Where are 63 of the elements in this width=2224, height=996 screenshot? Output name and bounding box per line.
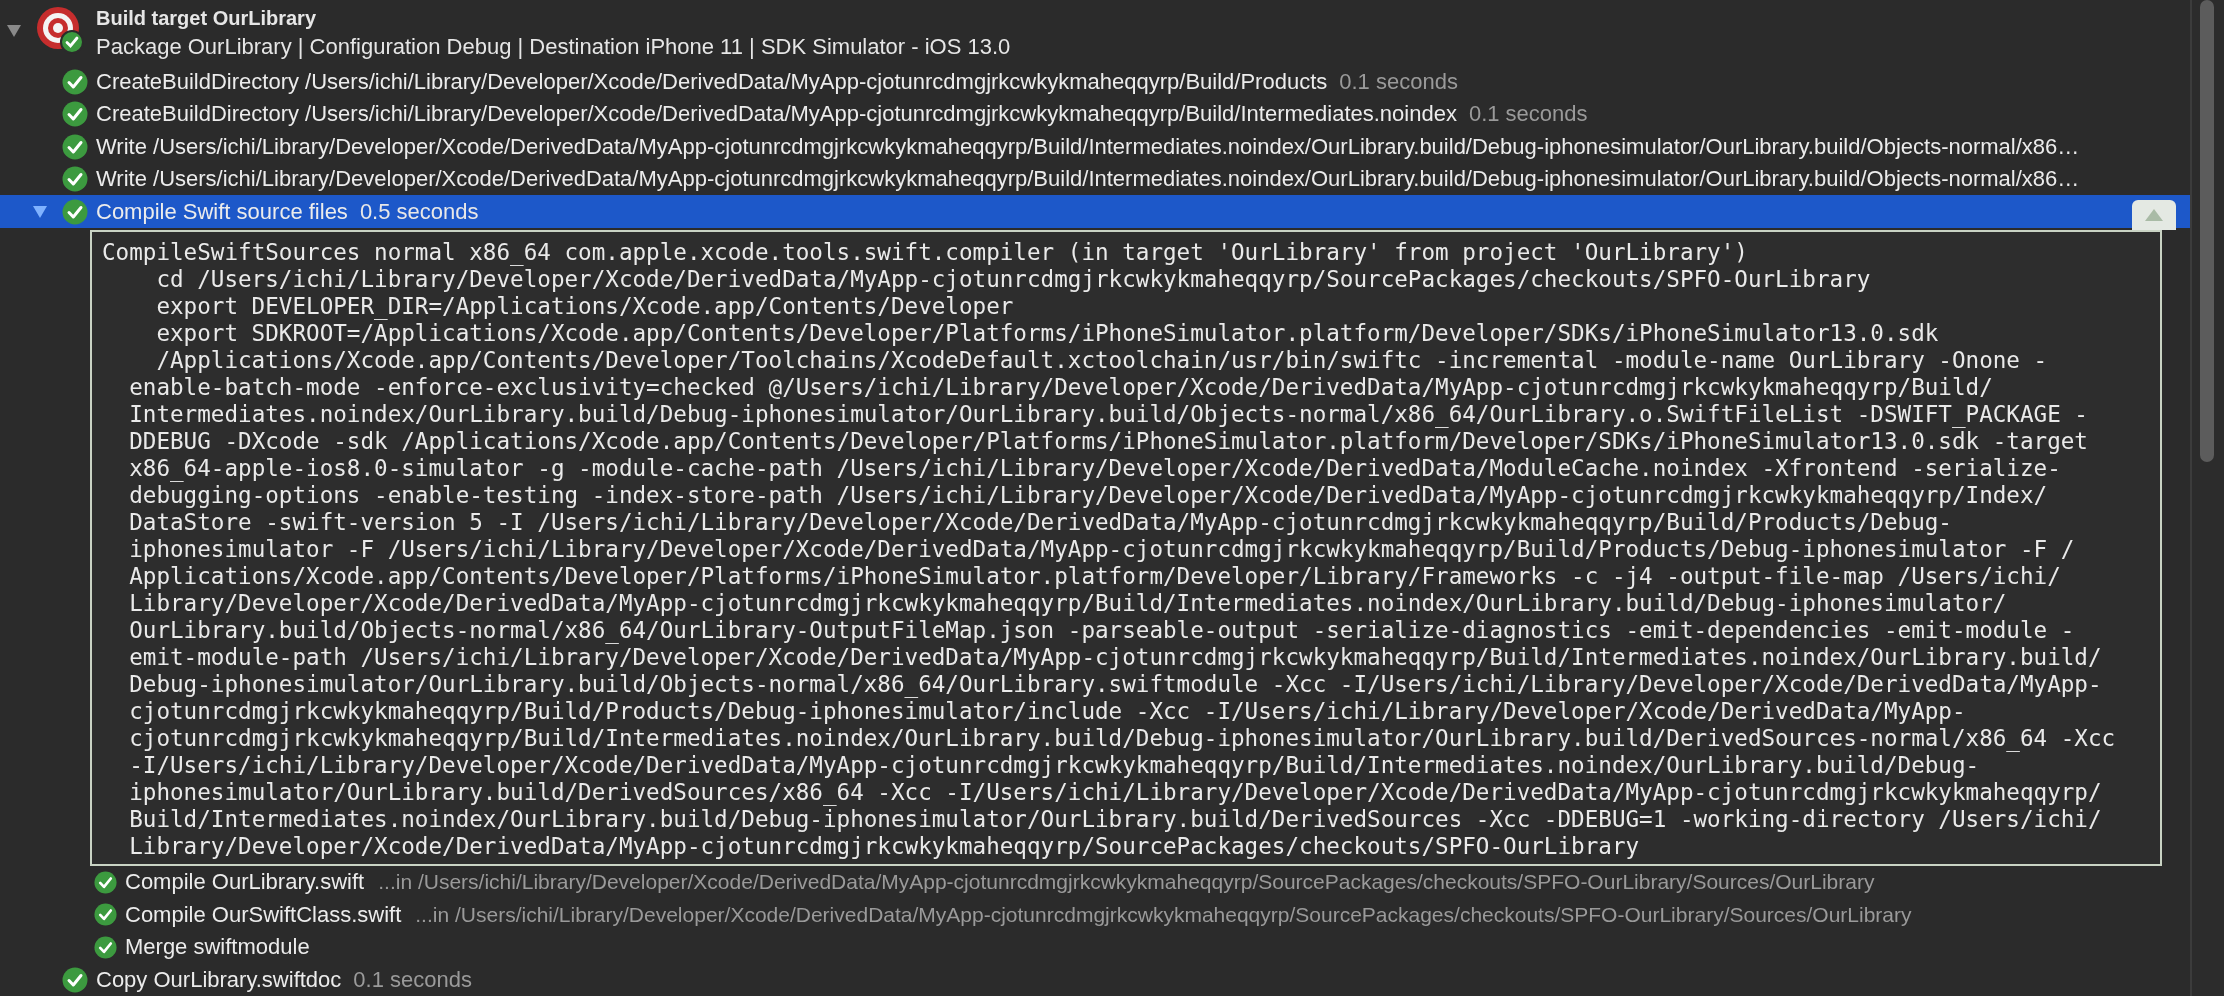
selected-build-step-row[interactable]: Compile Swift source files 0.5 seconds: [0, 195, 2190, 228]
step-label: Compile OurLibrary.swift: [125, 869, 365, 896]
log-line: CompileSwiftSources normal x86_64 com.apple.xcode.tools.swift.compiler (in target 'OurLibrary' from project 'OurLibrary'): [102, 238, 1749, 266]
log-line: debugging-options -enable-testing -index-store-path /Users/ichi/Library/Developer/Xcode/DerivedData/MyApp-cjotunrcdmgjrkcwkykmaheqqyrp/Index/: [128, 481, 2049, 509]
step-location: ...in /Users/ichi/Library/Developer/Xcode/DerivedData/MyApp-cjotunrcdmgjrkcwkykmaheqqyrp/SourcePackages/checkouts/SPFO-OurLibrary/Sources/OurLibrary: [415, 902, 1912, 927]
success-check-icon: [62, 133, 88, 160]
log-line: OurLibrary.build/Objects-normal/x86_64/OurLibrary-OutputFileMap.json -parseable-output -serialize-diagnostics -emit-dependencies -emit-module -: [128, 616, 2076, 644]
success-check-icon: [62, 166, 88, 193]
build-step-row[interactable]: Compile OurSwiftClass.swift ...in /Users/ichi/Library/Developer/Xcode/DerivedData/MyApp-cjotunrcdmgjrkcwkykmaheqqyrp/SourcePackages/checkouts/SPFO-OurLibrary/Sources/OurLibrary: [0, 898, 2190, 931]
step-label: Compile OurSwiftClass.swift: [125, 901, 402, 928]
step-label: CreateBuildDirectory /Users/ichi/Library/Developer/Xcode/DerivedData/MyApp-cjotunrcdmgjrkcwkykmaheqqyrp/Build/Intermediates.noindex: [96, 101, 1457, 128]
build-step-row[interactable]: CreateBuildDirectory /Users/ichi/Library/Developer/Xcode/DerivedData/MyApp-cjotunrcdmgjrkcwkykmaheqqyrp/Build/Intermediates.noindex 0.1 seconds: [0, 97, 2190, 131]
log-line: cjotunrcdmgjrkcwkykmaheqqyrp/Build/Intermediates.noindex/OurLibrary.build/Debug-iphonesimulator/OurLibrary.build/DerivedSources-normal/x86_64 -Xcc: [128, 724, 2117, 752]
step-label: Write /Users/ichi/Library/Developer/Xcode/DerivedData/MyApp-cjotunrcdmgjrkcwkykmaheqqyrp/Build/Intermediates.noindex/OurLibrary.build/Debug-iphonesimulator/OurLibrary.build/Objects-normal/x86…: [96, 133, 2080, 160]
success-check-icon: [94, 935, 117, 959]
step-label: Copy OurLibrary.swiftdoc: [96, 966, 342, 993]
step-location: ...in /Users/ichi/Library/Developer/Xcode/DerivedData/MyApp-cjotunrcdmgjrkcwkykmaheqqyrp/SourcePackages/checkouts/SPFO-OurLibrary/Sources/OurLibrary: [378, 870, 1875, 895]
log-line: iphonesimulator -F /Users/ichi/Library/Developer/Xcode/DerivedData/MyApp-cjotunrcdmgjrkcwkykmaheqqyrp/Build/Products/Debug-iphonesimulator -F /: [128, 535, 2076, 563]
log-line: DataStore -swift-version 5 -I /Users/ichi/Library/Developer/Xcode/DerivedData/MyApp-cjotunrcdmgjrkcwkykmaheqqyrp/Build/Products/Debug-: [128, 508, 1953, 536]
triangle-up-icon: [2145, 209, 2163, 222]
log-line: Applications/Xcode.app/Contents/Developer/Platforms/iPhoneSimulator.platform/Developer/Library/Frameworks -c -j4 -output-file-map /Users/ichi/: [128, 562, 2062, 590]
log-line: emit-module-path /Users/ichi/Library/Developer/Xcode/DerivedData/MyApp-cjotunrcdmgjrkcwkykmaheqqyrp/Build/Intermediates.noindex/OurLibrary.build/: [128, 643, 2103, 671]
log-line: x86_64-apple-ios8.0-simulator -g -module-cache-path /Users/ichi/Library/Developer/Xcode/DerivedData/ModuleCache.noindex -Xfrontend -serialize-: [128, 454, 2062, 482]
log-line: enable-batch-mode -enforce-exclusivity=checked @/Users/ichi/Library/Developer/Xcode/DerivedData/MyApp-cjotunrcdmgjrkcwkykmaheqqyrp/Build/: [128, 373, 1994, 401]
build-step-row[interactable]: Copy OurLibrary.swiftdoc 0.1 seconds: [0, 963, 2190, 996]
disclosure-triangle-icon[interactable]: [32, 204, 48, 219]
success-check-icon: [62, 198, 88, 225]
build-step-row[interactable]: Write /Users/ichi/Library/Developer/Xcode/DerivedData/MyApp-cjotunrcdmgjrkcwkykmaheqqyrp/Build/Intermediates.noindex/OurLibrary.build/Debug-iphonesimulator/OurLibrary.build/Objects-normal/x86…: [0, 130, 2190, 163]
log-line: Library/Developer/Xcode/DerivedData/MyApp-cjotunrcdmgjrkcwkykmaheqqyrp/Build/Intermediates.noindex/OurLibrary.build/Debug-iphonesimulator/: [128, 589, 2008, 617]
log-line: cjotunrcdmgjrkcwkykmaheqqyrp/Build/Products/Debug-iphonesimulator/include -Xcc -I/Users/ichi/Library/Developer/Xcode/DerivedData/MyApp-: [128, 697, 1967, 725]
step-label: CreateBuildDirectory /Users/ichi/Library/Developer/Xcode/DerivedData/MyApp-cjotunrcdmgjrkcwkykmaheqqyrp/Build/Products: [96, 68, 1328, 95]
success-check-icon: [62, 68, 88, 95]
log-line: /Applications/Xcode.app/Contents/Developer/Toolchains/XcodeDefault.xctoolchain/usr/bin/swiftc -incremental -module-name OurLibrary -Onone -: [155, 346, 2049, 374]
collapse-log-button[interactable]: [2132, 200, 2176, 231]
step-duration: 0.1 seconds: [1468, 101, 1588, 128]
log-line: cd /Users/ichi/Library/Developer/Xcode/DerivedData/MyApp-cjotunrcdmgjrkcwkykmaheqqyrp/SourcePackages/checkouts/SPFO-OurLibrary: [155, 265, 1872, 293]
log-line: Intermediates.noindex/OurLibrary.build/Debug-iphonesimulator/OurLibrary.build/Objects-normal/x86_64/OurLibrary.o.SwiftFileList -DSWIFT_PACKAGE -: [128, 400, 2089, 428]
build-target-title: Build target OurLibrary: [96, 6, 318, 30]
log-line: Debug-iphonesimulator/OurLibrary.build/Objects-normal/x86_64/OurLibrary.swiftmodule -Xcc -I/Users/ichi/Library/Developer/Xcode/DerivedData/MyApp-: [128, 670, 2103, 698]
build-step-row[interactable]: CreateBuildDirectory /Users/ichi/Library/Developer/Xcode/DerivedData/MyApp-cjotunrcdmgjrkcwkykmaheqqyrp/Build/Products 0.1 seconds: [0, 65, 2190, 98]
build-target-details: Package OurLibrary | Configuration Debug | Destination iPhone 11 | SDK Simulator - iOS 13.0: [96, 34, 1011, 60]
success-check-icon: [62, 966, 88, 993]
step-label: Write /Users/ichi/Library/Developer/Xcode/DerivedData/MyApp-cjotunrcdmgjrkcwkykmaheqqyrp/Build/Intermediates.noindex/OurLibrary.build/Debug-iphonesimulator/OurLibrary.build/Objects-normal/x86…: [96, 166, 2080, 193]
build-step-row[interactable]: Write /Users/ichi/Library/Developer/Xcode/DerivedData/MyApp-cjotunrcdmgjrkcwkykmaheqqyrp/Build/Intermediates.noindex/OurLibrary.build/Debug-iphonesimulator/OurLibrary.build/Objects-normal/x86…: [0, 162, 2190, 196]
log-line: iphonesimulator/OurLibrary.build/DerivedSources/x86_64 -Xcc -I/Users/ichi/Library/Developer/Xcode/DerivedData/MyApp-cjotunrcdmgjrkcwkykmaheqqyrp/: [128, 778, 2103, 806]
step-duration: 0.1 seconds: [1339, 68, 1458, 95]
build-step-row[interactable]: Compile OurLibrary.swift ...in /Users/ichi/Library/Developer/Xcode/DerivedData/MyApp-cjotunrcdmgjrkcwkykmaheqqyrp/SourcePackages/checkouts/SPFO-OurLibrary/Sources/OurLibrary: [0, 865, 2190, 899]
build-step-row[interactable]: Merge swiftmodule: [0, 930, 2190, 964]
log-line: -I/Users/ichi/Library/Developer/Xcode/DerivedData/MyApp-cjotunrcdmgjrkcwkykmaheqqyrp/Build/Intermediates.noindex/OurLibrary.build/Debug-: [128, 751, 1980, 779]
step-duration: 0.5 seconds: [359, 198, 479, 225]
log-line: DDEBUG -DXcode -sdk /Applications/Xcode.app/Contents/Developer/Platforms/iPhoneSimulator.platform/Developer/SDKs/iPhoneSimulator13.0.sdk -target: [128, 427, 2089, 455]
step-duration: 0.1 seconds: [353, 966, 472, 993]
scrollbar-thumb[interactable]: [2200, 0, 2214, 462]
log-line: export DEVELOPER_DIR=/Applications/Xcode.app/Contents/Developer: [155, 292, 1015, 320]
log-line: Build/Intermediates.noindex/OurLibrary.build/Debug-iphonesimulator/OurLibrary.build/DerivedSources -Xcc -DDEBUG=1 -working-directory /Users/ichi/: [128, 805, 2103, 833]
disclosure-triangle-icon[interactable]: [6, 24, 22, 38]
step-label: Compile Swift source files: [96, 198, 348, 225]
success-check-icon: [94, 903, 117, 927]
log-line: export SDKROOT=/Applications/Xcode.app/Contents/Developer/Platforms/iPhoneSimulator.platform/Developer/SDKs/iPhoneSimulator13.0.sdk: [155, 319, 1940, 347]
log-line: Library/Developer/Xcode/DerivedData/MyApp-cjotunrcdmgjrkcwkykmaheqqyrp/SourcePackages/checkouts/SPFO-OurLibrary: [128, 832, 1641, 860]
success-check-icon: [62, 101, 88, 128]
success-check-icon: [94, 870, 117, 894]
step-label: Merge swiftmodule: [125, 934, 310, 961]
